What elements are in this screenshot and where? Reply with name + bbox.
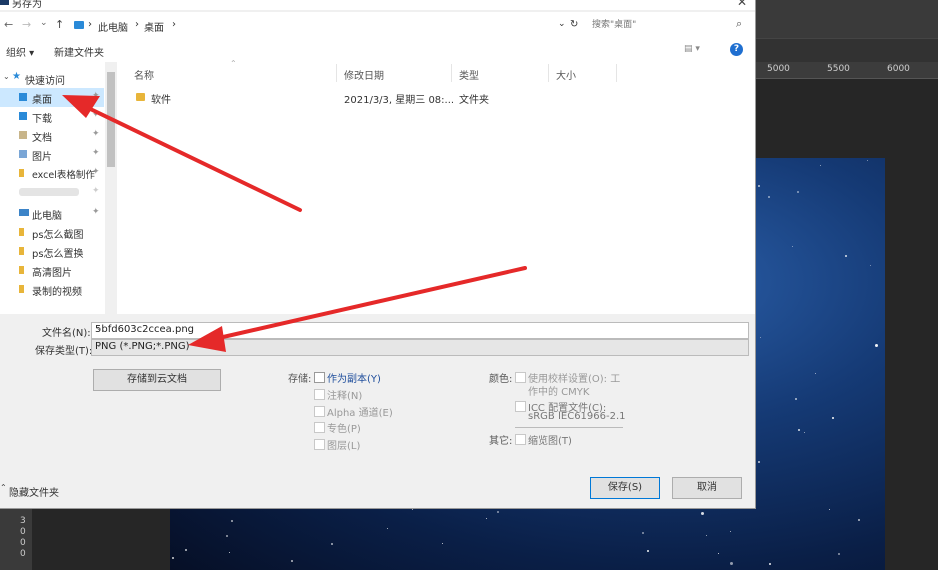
red-arrow-icon xyxy=(62,95,302,212)
annotation-arrows xyxy=(62,95,527,352)
red-arrow-icon xyxy=(188,266,527,352)
